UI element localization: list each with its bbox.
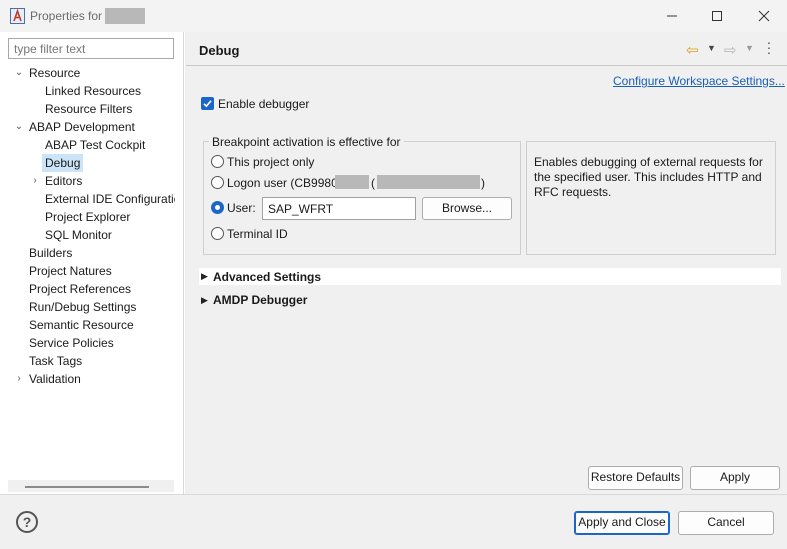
redacted-user-name: [377, 175, 480, 189]
radio-this-project[interactable]: [211, 155, 224, 168]
forward-arrow-icon[interactable]: ⇨: [724, 41, 737, 59]
close-button[interactable]: [741, 0, 787, 32]
redacted-user-id: [335, 175, 369, 189]
logon-user-open-paren: (: [371, 176, 375, 190]
radio-logon-user-label[interactable]: Logon user (CB99800: [227, 176, 344, 190]
tree-item-run-debug-settings[interactable]: Run/Debug Settings: [29, 298, 136, 316]
radio-terminal-id[interactable]: [211, 227, 224, 240]
browse-button[interactable]: Browse...: [422, 197, 512, 220]
filter-input[interactable]: [8, 38, 174, 59]
enable-debugger-checkbox[interactable]: [201, 97, 214, 110]
collapsed-chevron-icon[interactable]: ›: [14, 370, 24, 388]
radio-terminal-id-label[interactable]: Terminal ID: [227, 227, 288, 241]
help-icon[interactable]: ?: [16, 511, 38, 533]
minimize-button[interactable]: [649, 0, 695, 32]
expanded-chevron-icon[interactable]: ⌄: [14, 64, 24, 82]
maximize-icon: [712, 11, 722, 21]
amdp-debugger-label[interactable]: AMDP Debugger: [213, 293, 307, 307]
title-separator: [186, 65, 787, 66]
radio-logon-user[interactable]: [211, 176, 224, 189]
tree-item-builders[interactable]: Builders: [29, 244, 72, 262]
redacted-project-name: [105, 8, 145, 24]
tree-item-linked-resources[interactable]: Linked Resources: [45, 82, 141, 100]
window-title: Properties for: [30, 9, 103, 23]
radio-user-label[interactable]: User:: [227, 201, 256, 215]
apply-button[interactable]: Apply: [690, 466, 780, 490]
tree-item-abap-development[interactable]: ABAP Development: [29, 118, 135, 136]
tree-item-debug[interactable]: Debug: [42, 154, 84, 172]
breakpoint-group-label: Breakpoint activation is effective for: [209, 135, 404, 149]
close-icon: [758, 10, 770, 22]
tree-item-project-natures[interactable]: Project Natures: [29, 262, 112, 280]
minimize-icon: [667, 15, 677, 17]
tree-item-editors[interactable]: Editors: [45, 172, 82, 190]
tree-item-abap-test-cockpit[interactable]: ABAP Test Cockpit: [45, 136, 145, 154]
restore-defaults-button[interactable]: Restore Defaults: [588, 466, 683, 490]
back-dropdown-icon[interactable]: ▼: [707, 43, 716, 53]
apply-and-close-button[interactable]: Apply and Close: [574, 511, 670, 535]
user-input[interactable]: [262, 197, 416, 220]
tree-item-resource[interactable]: Resource: [29, 64, 80, 82]
collapsed-triangle-icon[interactable]: ▶: [201, 295, 208, 306]
tree-item-project-explorer[interactable]: Project Explorer: [45, 208, 130, 226]
collapsed-chevron-icon[interactable]: ›: [30, 172, 40, 190]
radio-user[interactable]: [211, 201, 224, 214]
app-icon: [10, 8, 25, 24]
tree-item-task-tags[interactable]: Task Tags: [29, 352, 82, 370]
checkmark-icon: [203, 100, 212, 108]
advanced-settings-label[interactable]: Advanced Settings: [213, 270, 321, 284]
scrollbar-thumb[interactable]: [25, 486, 149, 488]
maximize-button[interactable]: [694, 0, 740, 32]
tree-item-project-references[interactable]: Project References: [29, 280, 131, 298]
enable-debugger-label[interactable]: Enable debugger: [218, 97, 309, 111]
description-text: Enables debugging of external requests f…: [534, 155, 763, 199]
expanded-chevron-icon[interactable]: ⌄: [14, 118, 24, 136]
tree-item-validation[interactable]: Validation: [29, 370, 81, 388]
tree-item-external-ide[interactable]: External IDE Configuratic: [45, 190, 175, 208]
forward-dropdown-icon[interactable]: ▼: [745, 43, 754, 53]
view-menu-icon[interactable]: · · ·: [764, 35, 774, 59]
cancel-button[interactable]: Cancel: [678, 511, 774, 535]
logon-user-close-paren: ): [481, 176, 485, 190]
radio-this-project-label[interactable]: This project only: [227, 155, 314, 169]
tree-item-semantic-resource[interactable]: Semantic Resource: [29, 316, 134, 334]
collapsed-triangle-icon[interactable]: ▶: [201, 271, 208, 282]
configure-workspace-link[interactable]: Configure Workspace Settings...: [613, 74, 785, 88]
tree-item-sql-monitor[interactable]: SQL Monitor: [45, 226, 112, 244]
back-arrow-icon[interactable]: ⇦: [686, 41, 699, 59]
page-title: Debug: [199, 43, 240, 58]
tree-item-service-policies[interactable]: Service Policies: [29, 334, 114, 352]
tree-item-resource-filters[interactable]: Resource Filters: [45, 100, 132, 118]
